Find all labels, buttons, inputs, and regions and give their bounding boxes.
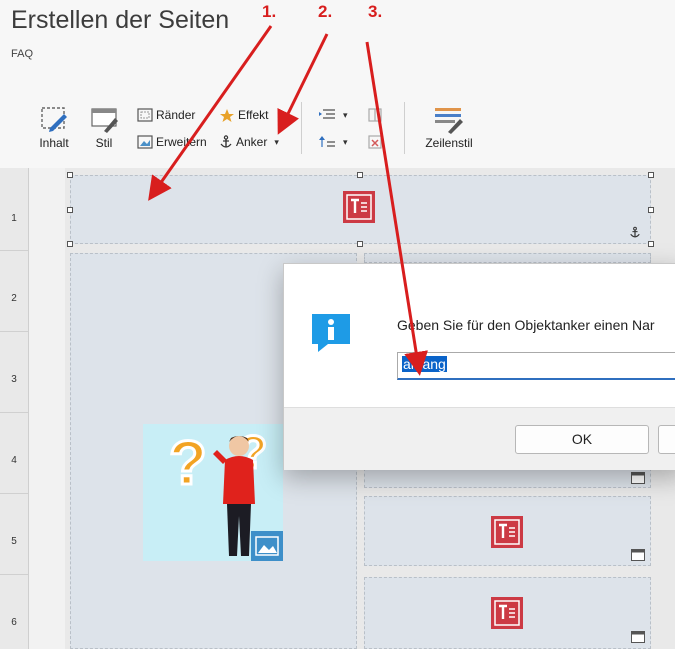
resize-handle[interactable] [67, 207, 73, 213]
header-text-cell[interactable] [70, 175, 651, 244]
resize-handle[interactable] [648, 207, 654, 213]
resize-handle[interactable] [357, 172, 363, 178]
text-element-icon [491, 597, 523, 629]
page-header: Erstellen der Seiten FAQ [0, 0, 675, 88]
stil-button[interactable]: Stil [82, 104, 126, 156]
row-divider [0, 493, 28, 494]
window-icon [631, 631, 645, 643]
inhalt-button[interactable]: Inhalt [32, 104, 76, 156]
anchor-marker-icon [630, 226, 640, 238]
text-cell[interactable] [364, 253, 651, 263]
expand-image-icon [137, 135, 153, 149]
row-divider [0, 331, 28, 332]
text-element-icon [491, 516, 523, 548]
cancel-button[interactable] [658, 425, 675, 454]
delete-cell-button[interactable] [367, 133, 383, 151]
anchor-icon [220, 135, 232, 148]
row-number-1: 1 [11, 213, 17, 224]
row-number-6: 6 [11, 617, 17, 628]
anker-label: Anker [236, 135, 268, 149]
row-divider [0, 574, 28, 575]
annotation-step-3: 3. [368, 2, 383, 21]
align-dropdown-icon[interactable]: ▾ [343, 110, 348, 121]
effekt-button[interactable]: Effekt [219, 106, 268, 124]
row-divider [0, 250, 28, 251]
anker-button[interactable]: Anker ▾ [219, 133, 279, 151]
vertical-align-button[interactable]: ▾ [318, 133, 348, 151]
annotation-step-2: 2. [318, 2, 333, 21]
raender-button[interactable]: Ränder [137, 106, 195, 124]
stil-label: Stil [95, 136, 113, 150]
faq-illustration-image: ? ? [143, 424, 283, 561]
resize-handle[interactable] [67, 172, 73, 178]
inhalt-label: Inhalt [39, 136, 69, 150]
anchor-name-input[interactable]: anfang [397, 352, 675, 380]
text-element-icon [343, 191, 375, 223]
row-number-2: 2 [11, 293, 17, 304]
vertical-align-icon [319, 136, 335, 147]
anchor-name-value: anfang [402, 356, 447, 372]
window-icon [631, 549, 645, 561]
resize-handle[interactable] [648, 172, 654, 178]
annotation-step-1: 1. [262, 2, 277, 21]
zeilenstil-button[interactable]: Zeilenstil [422, 104, 476, 156]
style-brush-icon [91, 108, 118, 133]
row-number-5: 5 [11, 536, 17, 547]
erweitern-label: Erweitern [156, 135, 207, 149]
resize-handle[interactable] [648, 241, 654, 247]
row-number-3: 3 [11, 374, 17, 385]
toolbar-separator-2 [404, 102, 405, 154]
anker-dropdown-icon[interactable]: ▾ [274, 137, 279, 148]
resize-handle[interactable] [67, 241, 73, 247]
ribbon-toolbar: Inhalt Stil Ränder Effekt Erweitern Anke… [0, 96, 675, 162]
anchor-name-dialog: Geben Sie für den Objektanker einen Nar … [283, 263, 675, 470]
raender-label: Ränder [156, 108, 196, 122]
erweitern-button[interactable]: Erweitern [137, 133, 207, 151]
split-cell-button[interactable] [367, 106, 383, 124]
content-edit-icon [41, 107, 67, 132]
ok-button[interactable]: OK [515, 425, 649, 454]
star-icon [220, 108, 234, 122]
zeilenstil-label: Zeilenstil [425, 136, 473, 150]
vertical-align-dropdown-icon[interactable]: ▾ [343, 137, 348, 148]
delete-icon [368, 135, 382, 149]
window-icon [631, 472, 645, 484]
row-header-divider [28, 168, 29, 649]
info-icon [312, 314, 350, 352]
effekt-label: Effekt [238, 108, 269, 122]
resize-handle[interactable] [357, 241, 363, 247]
borders-icon [137, 108, 153, 122]
text-cell[interactable] [364, 496, 651, 566]
row-header-lane [29, 168, 65, 649]
text-cell[interactable] [364, 468, 651, 488]
page-title: Erstellen der Seiten [11, 6, 230, 34]
row-style-icon [435, 108, 463, 134]
svg-text:?: ? [169, 429, 207, 498]
row-divider [0, 412, 28, 413]
toolbar-separator [301, 102, 302, 154]
row-number-4: 4 [11, 455, 17, 466]
align-left-button[interactable]: ▾ [318, 106, 348, 124]
image-element-icon [251, 531, 283, 561]
text-cell[interactable] [364, 577, 651, 649]
dialog-message: Geben Sie für den Objektanker einen Nar [397, 317, 655, 333]
indent-icon [319, 109, 335, 119]
page-subtitle: FAQ [11, 48, 34, 60]
split-icon [368, 108, 382, 122]
